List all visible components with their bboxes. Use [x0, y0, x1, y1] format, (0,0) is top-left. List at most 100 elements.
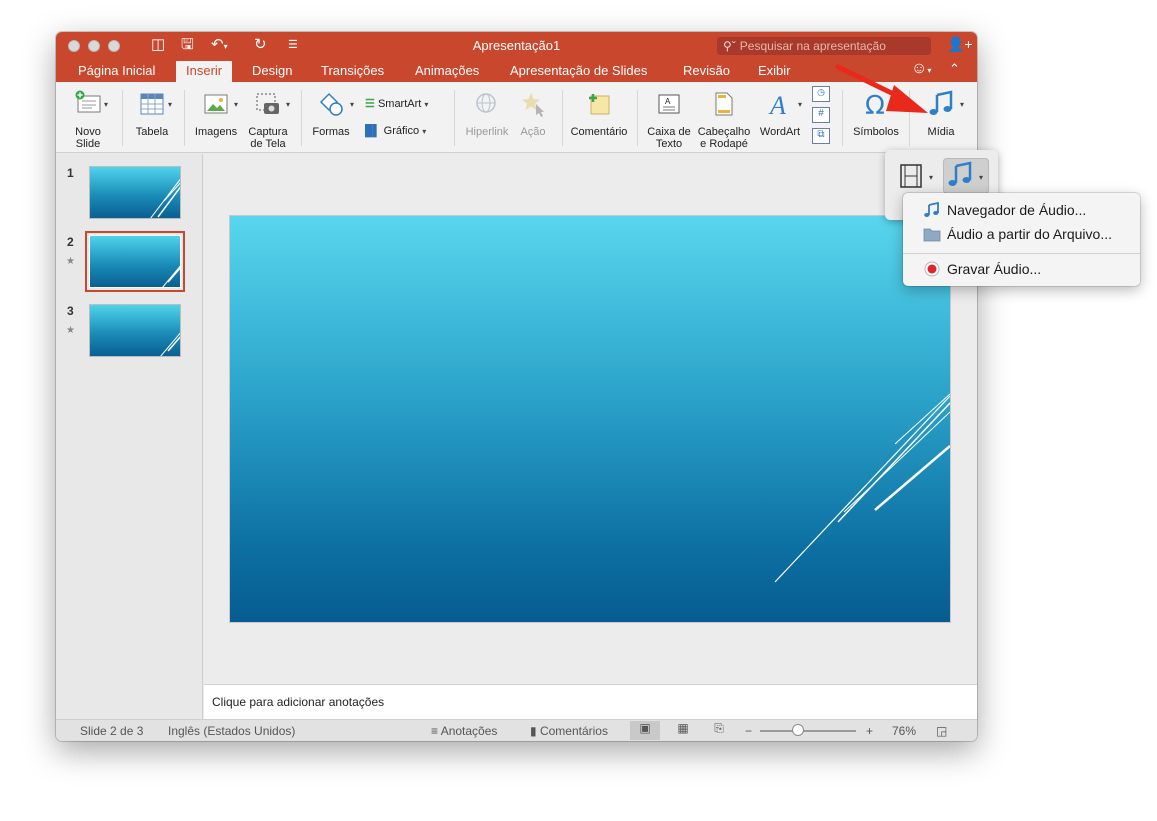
slide-thumbnail-2[interactable] [85, 231, 185, 292]
tabela-label: Tabela [135, 126, 169, 138]
svg-text:▾: ▾ [979, 173, 983, 182]
zoom-slider[interactable] [760, 730, 856, 732]
grafico-label: Gráfico [383, 125, 420, 137]
simbolos-label: Símbolos [853, 126, 899, 138]
table-icon [140, 93, 164, 115]
record-icon [924, 261, 940, 277]
zoom-slider-handle[interactable] [792, 724, 804, 736]
video-button[interactable]: ▾ [895, 158, 941, 194]
wordart-label: WordArt [759, 126, 801, 138]
novo-slide-label: Novo Slide [75, 126, 101, 150]
animation-star-icon: ★ [66, 256, 75, 267]
status-bar: Slide 2 de 3 Inglês (Estados Unidos) ≡ A… [56, 719, 977, 741]
screenshot-camera-icon [256, 93, 279, 114]
comments-toggle[interactable]: ▮ Comentários [530, 724, 608, 738]
slide-decoration [162, 265, 180, 287]
tab-inserir[interactable]: Inserir [176, 61, 233, 82]
shapes-icon [319, 92, 343, 116]
comentario-label: Comentário [570, 126, 628, 138]
slide-decoration [160, 332, 180, 356]
object-icon[interactable]: ⧉ [812, 128, 830, 144]
normal-view-icon: ▣ [639, 721, 651, 735]
notes-placeholder: Clique para adicionar anotações [212, 695, 385, 709]
acao-button[interactable]: Ação [513, 82, 553, 153]
tab-revisao[interactable]: Revisão [683, 62, 730, 79]
menu-item-navegador-de-audio[interactable]: Navegador de Áudio... [903, 199, 1140, 221]
menu-item-gravar-audio[interactable]: Gravar Áudio... [903, 258, 1140, 280]
new-slide-icon [75, 90, 101, 113]
tabela-button[interactable]: ▾ Tabela [130, 82, 174, 153]
zoom-out-button[interactable]: − [745, 724, 752, 738]
smartart-button[interactable]: ☰ SmartArt ▾ [365, 97, 428, 110]
slide-number: 3 [67, 304, 74, 318]
slide-thumbnail-3[interactable] [89, 304, 181, 357]
folder-icon [923, 228, 941, 242]
notes-input[interactable]: Clique para adicionar anotações [204, 684, 977, 719]
grafico-button[interactable]: █▌ Gráfico ▾ [365, 125, 426, 137]
chevron-down-icon: ▾ [350, 100, 355, 109]
slide-number: 2 [67, 235, 74, 249]
chevron-down-icon: ▾ [798, 100, 803, 109]
smartart-label: SmartArt [377, 98, 422, 110]
tab-design[interactable]: Design [252, 62, 292, 79]
formas-label: Formas [312, 126, 350, 138]
music-note-icon: ▾ [948, 161, 983, 186]
comentario-button[interactable]: Comentário [568, 82, 630, 153]
powerpoint-window: ◫ 🖫 ↶▾ ↻ ☰ Apresentação1 ⚲ˇ Pesquisar na … [56, 32, 977, 741]
tab-animacoes[interactable]: Animações [415, 62, 479, 79]
search-input[interactable]: ⚲ˇ Pesquisar na apresentação [717, 37, 931, 55]
search-icon: ⚲ˇ [723, 39, 736, 53]
audio-button[interactable]: ▾ [943, 158, 989, 194]
menu-item-audio-do-arquivo[interactable]: Áudio a partir do Arquivo... [903, 223, 1140, 245]
notes-toggle[interactable]: ≡ Anotações [431, 724, 497, 738]
comments-toggle-label: Comentários [539, 724, 608, 738]
slide-counter: Slide 2 de 3 [80, 724, 144, 738]
slide-thumbnail-1[interactable] [89, 166, 181, 219]
novo-slide-button[interactable]: ▾ Novo Slide [66, 82, 110, 153]
slide-editor [204, 154, 977, 684]
imagens-label: Imagens [194, 126, 238, 138]
menu-item-label: Navegador de Áudio... [947, 202, 1087, 218]
tab-transicoes[interactable]: Transições [321, 62, 384, 79]
fit-to-window-icon[interactable]: ◲ [936, 724, 947, 738]
presenter-icon: ⎘ [714, 721, 724, 735]
language-indicator[interactable]: Inglês (Estados Unidos) [168, 724, 295, 738]
wordart-a-icon: A [768, 91, 786, 118]
red-annotation-arrow [835, 64, 928, 113]
formas-button[interactable]: ▾ Formas [308, 82, 354, 153]
slide-sorter-view-button[interactable]: ▦ [668, 721, 698, 740]
caixa-de-texto-button[interactable]: A Caixa de Texto [644, 82, 694, 153]
zoom-level[interactable]: 76% [892, 724, 916, 738]
captura-de-tela-button[interactable]: ▾ Captura de Tela [244, 82, 292, 153]
cabecalho-rodape-label: Cabeçalho e Rodapé [697, 126, 751, 150]
hiperlink-button[interactable]: Hiperlink [461, 82, 513, 153]
chevron-down-icon: ▾ [104, 100, 109, 109]
chart-icon: █▌ [365, 125, 381, 137]
current-slide[interactable] [230, 216, 950, 622]
normal-view-button[interactable]: ▣ [630, 721, 660, 740]
tab-exibir[interactable]: Exibir [758, 62, 791, 79]
presenter-view-button[interactable]: ⎘ [704, 721, 734, 740]
slide-number: 1 [67, 166, 74, 180]
wordart-button[interactable]: A ▾ WordArt [756, 82, 804, 153]
cabecalho-rodape-button[interactable]: Cabeçalho e Rodapé [696, 82, 752, 153]
tab-pagina-inicial[interactable]: Página Inicial [78, 62, 155, 79]
tab-apresentacao-de-slides[interactable]: Apresentação de Slides [510, 62, 647, 79]
svg-text:A: A [665, 97, 671, 106]
caixa-de-texto-label: Caixa de Texto [647, 126, 691, 150]
imagens-button[interactable]: ▾ Imagens [192, 82, 240, 153]
share-user-icon[interactable]: 👤+ [947, 36, 973, 53]
slide-line-decoration [774, 393, 950, 583]
menu-divider [903, 253, 1140, 254]
chevron-down-icon: ▾ [424, 100, 429, 109]
comment-bubble-icon: ▮ [530, 724, 537, 738]
menu-item-label: Áudio a partir do Arquivo... [947, 226, 1112, 242]
picture-icon [204, 94, 228, 114]
zoom-in-button[interactable]: + [866, 724, 873, 738]
grid-icon: ▦ [677, 721, 689, 735]
notes-icon: ≡ [431, 724, 439, 738]
music-note-icon [924, 202, 939, 217]
collapse-ribbon-icon[interactable]: ⌃ [949, 61, 960, 77]
header-footer-icon [715, 92, 733, 116]
chevron-down-icon: ▾ [286, 100, 291, 109]
